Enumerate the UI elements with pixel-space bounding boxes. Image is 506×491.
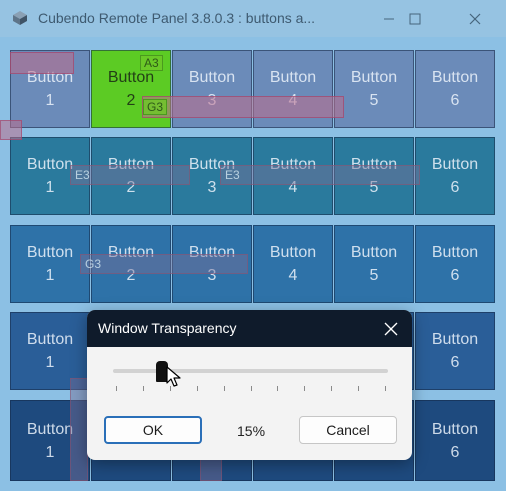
button-number: 1 — [45, 179, 55, 196]
grid-button-r2-6[interactable]: Button 6 — [415, 137, 495, 215]
slider-tick — [331, 386, 333, 391]
dialog-header[interactable]: Window Transparency — [87, 310, 412, 347]
button-label: Button — [431, 69, 479, 86]
close-button[interactable] — [452, 4, 498, 34]
slider-tick — [116, 386, 117, 391]
button-number: 6 — [450, 354, 460, 371]
transparency-value: 15% — [237, 423, 266, 439]
button-number: 2 — [126, 92, 136, 109]
window-title: Cubendo Remote Panel 3.8.0.3 : buttons a… — [38, 10, 316, 26]
overlay-tag: E3 — [75, 168, 90, 182]
button-label: Button — [26, 420, 74, 438]
slider-tick — [250, 386, 252, 391]
button-label: Button — [431, 244, 479, 261]
slider-tick — [277, 386, 279, 391]
button-label: Button — [26, 244, 74, 261]
button-number: 1 — [45, 443, 55, 461]
slider-tick — [142, 386, 144, 391]
slider-tick — [196, 386, 198, 391]
close-icon — [469, 13, 481, 25]
maximize-icon — [409, 13, 421, 25]
button-label: Button — [269, 244, 317, 261]
button-label: Button — [350, 244, 398, 261]
button-number: 1 — [45, 267, 55, 284]
button-label: Button — [431, 156, 479, 173]
overlay-tag: E3 — [225, 168, 240, 182]
transparency-slider-track[interactable] — [113, 369, 388, 373]
overlay-tag: A3 — [140, 55, 163, 71]
grid-button-r3-6[interactable]: Button 6 — [415, 225, 495, 303]
button-number: 1 — [45, 354, 55, 371]
cancel-button[interactable]: Cancel — [299, 416, 397, 444]
button-number: 4 — [288, 267, 298, 284]
overlay-tag: G3 — [143, 99, 168, 115]
overlay-bar — [200, 458, 222, 481]
overlay-tag: G3 — [85, 257, 102, 271]
button-number: 1 — [45, 92, 55, 109]
grid-button-r1-6[interactable]: Button 6 — [415, 50, 495, 128]
button-label: Button — [26, 331, 74, 348]
slider-tick — [223, 386, 225, 391]
dialog-title: Window Transparency — [98, 320, 237, 336]
grid-button-r3-1[interactable]: Button 1 — [10, 225, 90, 303]
slider-tick — [304, 386, 306, 391]
close-icon — [384, 322, 398, 336]
grid-button-r1-5[interactable]: Button 5 — [334, 50, 414, 128]
grid-button-r3-5[interactable]: Button 5 — [334, 225, 414, 303]
ok-button[interactable]: OK — [104, 416, 202, 444]
button-number: 3 — [207, 179, 217, 196]
maximize-button[interactable] — [392, 4, 438, 34]
button-label: Button — [188, 69, 236, 86]
button-label: Button — [269, 69, 317, 86]
button-label: Button — [26, 156, 74, 173]
transparency-dialog: Window Transparency 15% OK Cancel — [87, 310, 412, 460]
title-bar[interactable]: Cubendo Remote Panel 3.8.0.3 : buttons a… — [0, 0, 506, 37]
mouse-cursor-icon — [166, 366, 181, 387]
grid-button-r5-6[interactable]: Button 6 — [415, 400, 495, 481]
overlay-bar — [80, 254, 248, 274]
button-number: 6 — [450, 267, 460, 284]
grid-button-r3-4[interactable]: Button 4 — [253, 225, 333, 303]
button-label: Button — [431, 420, 479, 438]
button-number: 6 — [450, 443, 460, 461]
overlay-bar — [142, 96, 344, 118]
button-number: 6 — [450, 179, 460, 196]
overlay-bar — [0, 120, 22, 140]
button-number: 5 — [369, 267, 379, 284]
button-label: Button — [350, 69, 398, 86]
button-label: Button — [431, 331, 479, 348]
app-icon — [13, 11, 27, 25]
slider-tick — [385, 386, 386, 391]
overlay-bar — [70, 378, 88, 481]
grid-button-r4-6[interactable]: Button 6 — [415, 312, 495, 390]
button-number: 6 — [450, 92, 460, 109]
dialog-close-button[interactable] — [378, 316, 404, 342]
overlay-bar — [10, 52, 74, 74]
button-number: 5 — [369, 92, 379, 109]
overlay-bar — [220, 165, 420, 185]
slider-tick — [358, 386, 360, 391]
